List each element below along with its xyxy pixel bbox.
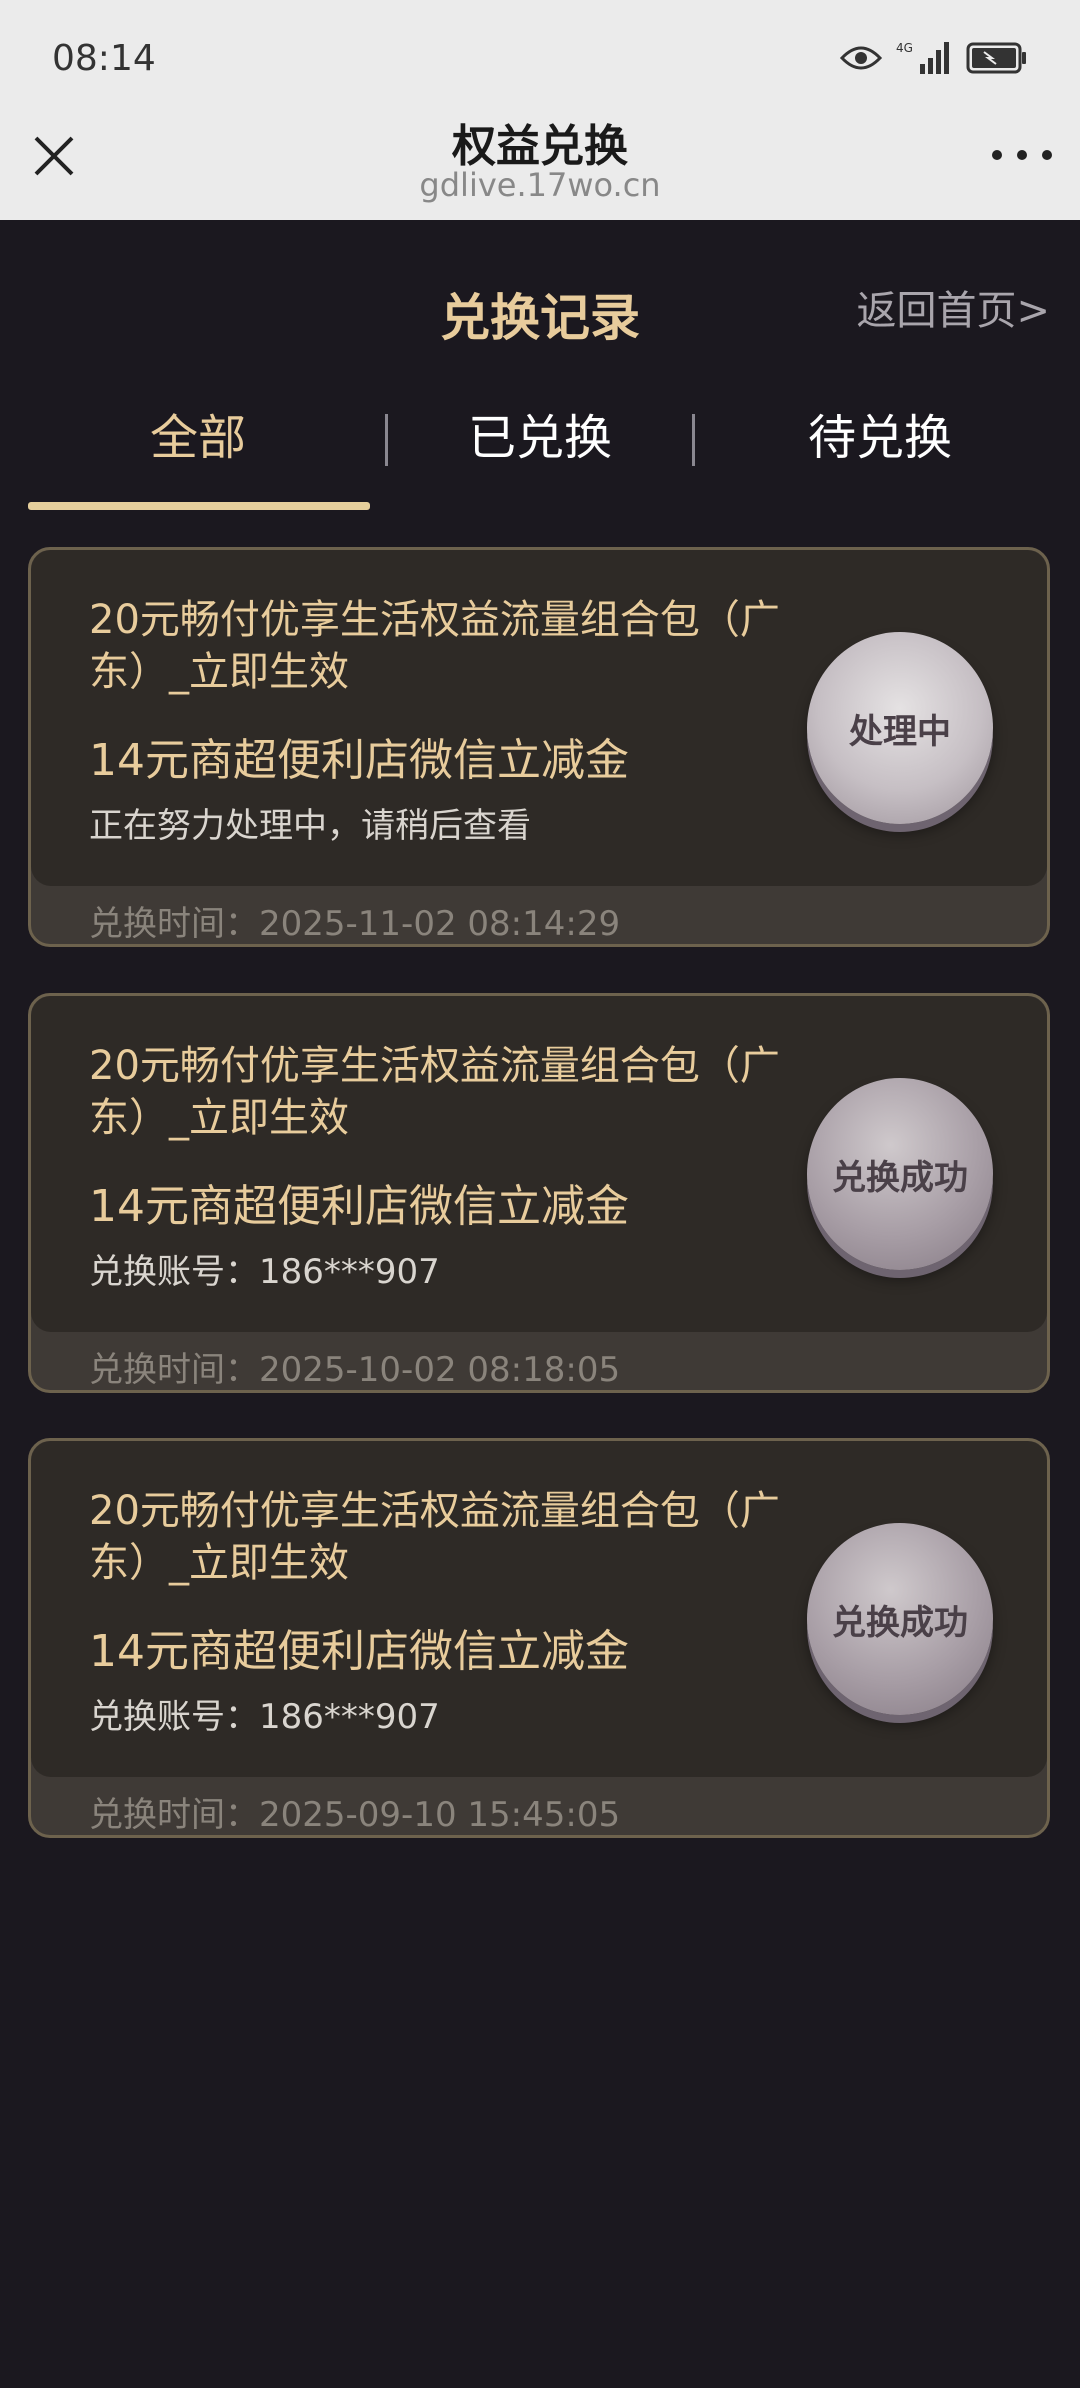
record-card[interactable]: 20元畅付优享生活权益流量组合包（广东）_立即生效 14元商超便利店微信立减金 …: [28, 993, 1050, 1393]
back-home-link[interactable]: 返回首页>: [856, 278, 1050, 336]
record-card[interactable]: 20元畅付优享生活权益流量组合包（广东）_立即生效 14元商超便利店微信立减金 …: [28, 547, 1050, 947]
browser-header: 权益兑换 gdlive.17wo.cn: [0, 110, 1080, 220]
record-time: 兑换时间：2025-09-10 15:45:05: [89, 1795, 621, 1835]
record-card[interactable]: 20元畅付优享生活权益流量组合包（广东）_立即生效 14元商超便利店微信立减金 …: [28, 1438, 1050, 1838]
active-tab-indicator: [28, 502, 370, 510]
record-title: 20元畅付优享生活权益流量组合包（广东）_立即生效: [89, 597, 780, 695]
record-subtitle: 14元商超便利店微信立减金: [89, 1626, 629, 1677]
more-dot-icon: [1042, 150, 1052, 160]
tab-pending[interactable]: 待兑换: [710, 398, 1050, 468]
more-dot-icon: [1017, 150, 1027, 160]
record-time: 兑换时间：2025-10-02 08:18:05: [89, 1350, 621, 1390]
battery-icon: [966, 42, 1026, 74]
browser-title: 权益兑换: [452, 121, 628, 172]
browser-url: gdlive.17wo.cn: [419, 166, 661, 204]
record-subtitle: 14元商超便利店微信立减金: [89, 1181, 629, 1232]
more-dot-icon: [992, 150, 1002, 160]
tab-all[interactable]: 全部: [28, 398, 368, 468]
signal-icon: 4G: [896, 41, 949, 74]
record-note: 正在努力处理中，请稍后查看: [89, 806, 531, 846]
eye-icon: [840, 46, 882, 70]
tab-exchanged[interactable]: 已兑换: [370, 398, 710, 468]
tab-divider: [692, 414, 695, 466]
status-icons: 4G: [840, 40, 1028, 76]
record-title: 20元畅付优享生活权益流量组合包（广东）_立即生效: [89, 1488, 780, 1586]
record-subtitle: 14元商超便利店微信立减金: [89, 735, 629, 786]
record-time: 兑换时间：2025-11-02 08:14:29: [89, 904, 621, 944]
status-bar: 08:14 4G: [0, 0, 1080, 110]
tab-bar: 全部 已兑换 待兑换: [0, 398, 1080, 510]
record-account: 兑换账号：186***907: [89, 1697, 440, 1737]
status-time: 08:14: [52, 38, 156, 79]
record-title: 20元畅付优享生活权益流量组合包（广东）_立即生效: [89, 1043, 780, 1141]
more-options-button[interactable]: [992, 130, 1052, 180]
status-badge: 处理中: [807, 632, 993, 824]
status-badge: 兑换成功: [807, 1523, 993, 1715]
record-account: 兑换账号：186***907: [89, 1252, 440, 1292]
svg-text:4G: 4G: [896, 41, 913, 55]
status-badge: 兑换成功: [807, 1078, 993, 1270]
